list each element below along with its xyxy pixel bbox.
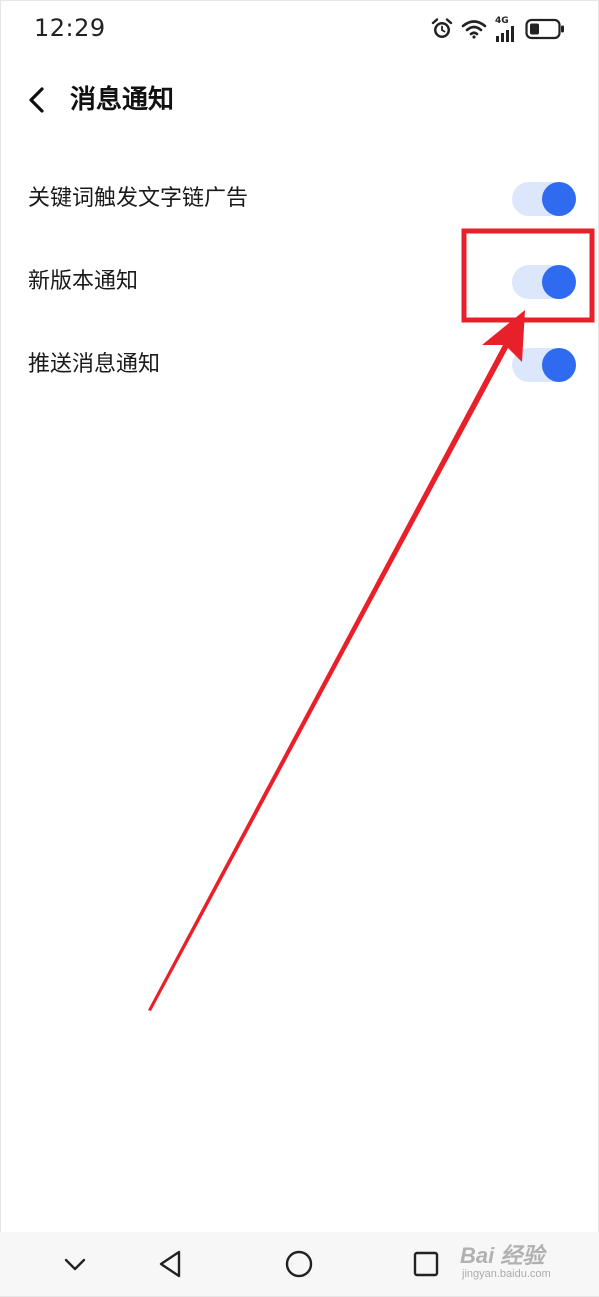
nav-recents-button[interactable] bbox=[408, 1246, 444, 1282]
page-title: 消息通知 bbox=[70, 85, 175, 115]
nav-back-button[interactable] bbox=[153, 1246, 189, 1282]
new-version-toggle[interactable] bbox=[512, 265, 576, 299]
chevron-left-icon bbox=[29, 87, 44, 113]
alarm-icon bbox=[431, 18, 453, 40]
back-triangle-icon bbox=[159, 1250, 181, 1278]
back-button[interactable] bbox=[22, 82, 54, 118]
toggle-knob bbox=[542, 182, 576, 216]
toggle-knob bbox=[542, 348, 576, 382]
wifi-icon bbox=[461, 19, 487, 39]
setting-label: 推送消息通知 bbox=[28, 352, 161, 377]
setting-label: 关键词触发文字链广告 bbox=[28, 186, 249, 211]
setting-row-push-notification: 推送消息通知 bbox=[0, 324, 599, 407]
keyword-ads-toggle[interactable] bbox=[512, 182, 576, 216]
toggle-knob bbox=[542, 265, 576, 299]
battery-icon bbox=[525, 18, 565, 40]
cellular-signal-icon: 4G bbox=[495, 15, 517, 42]
collapse-button[interactable] bbox=[57, 1246, 93, 1282]
status-icons: 4G bbox=[431, 14, 565, 44]
recents-square-icon bbox=[413, 1251, 439, 1277]
header: 消息通知 bbox=[0, 70, 599, 130]
status-time: 12:29 bbox=[34, 14, 106, 42]
setting-row-new-version: 新版本通知 bbox=[0, 241, 599, 324]
home-circle-icon bbox=[285, 1250, 313, 1278]
navigation-bar bbox=[0, 1232, 599, 1296]
setting-label: 新版本通知 bbox=[28, 269, 139, 294]
push-notification-toggle[interactable] bbox=[512, 348, 576, 382]
settings-list: 关键词触发文字链广告 新版本通知 推送消息通知 bbox=[0, 158, 599, 407]
chevron-down-icon bbox=[64, 1258, 86, 1271]
nav-home-button[interactable] bbox=[281, 1246, 317, 1282]
status-bar: 12:29 4G bbox=[0, 0, 599, 58]
network-type-label: 4G bbox=[495, 15, 509, 26]
setting-row-keyword-ads: 关键词触发文字链广告 bbox=[0, 158, 599, 241]
